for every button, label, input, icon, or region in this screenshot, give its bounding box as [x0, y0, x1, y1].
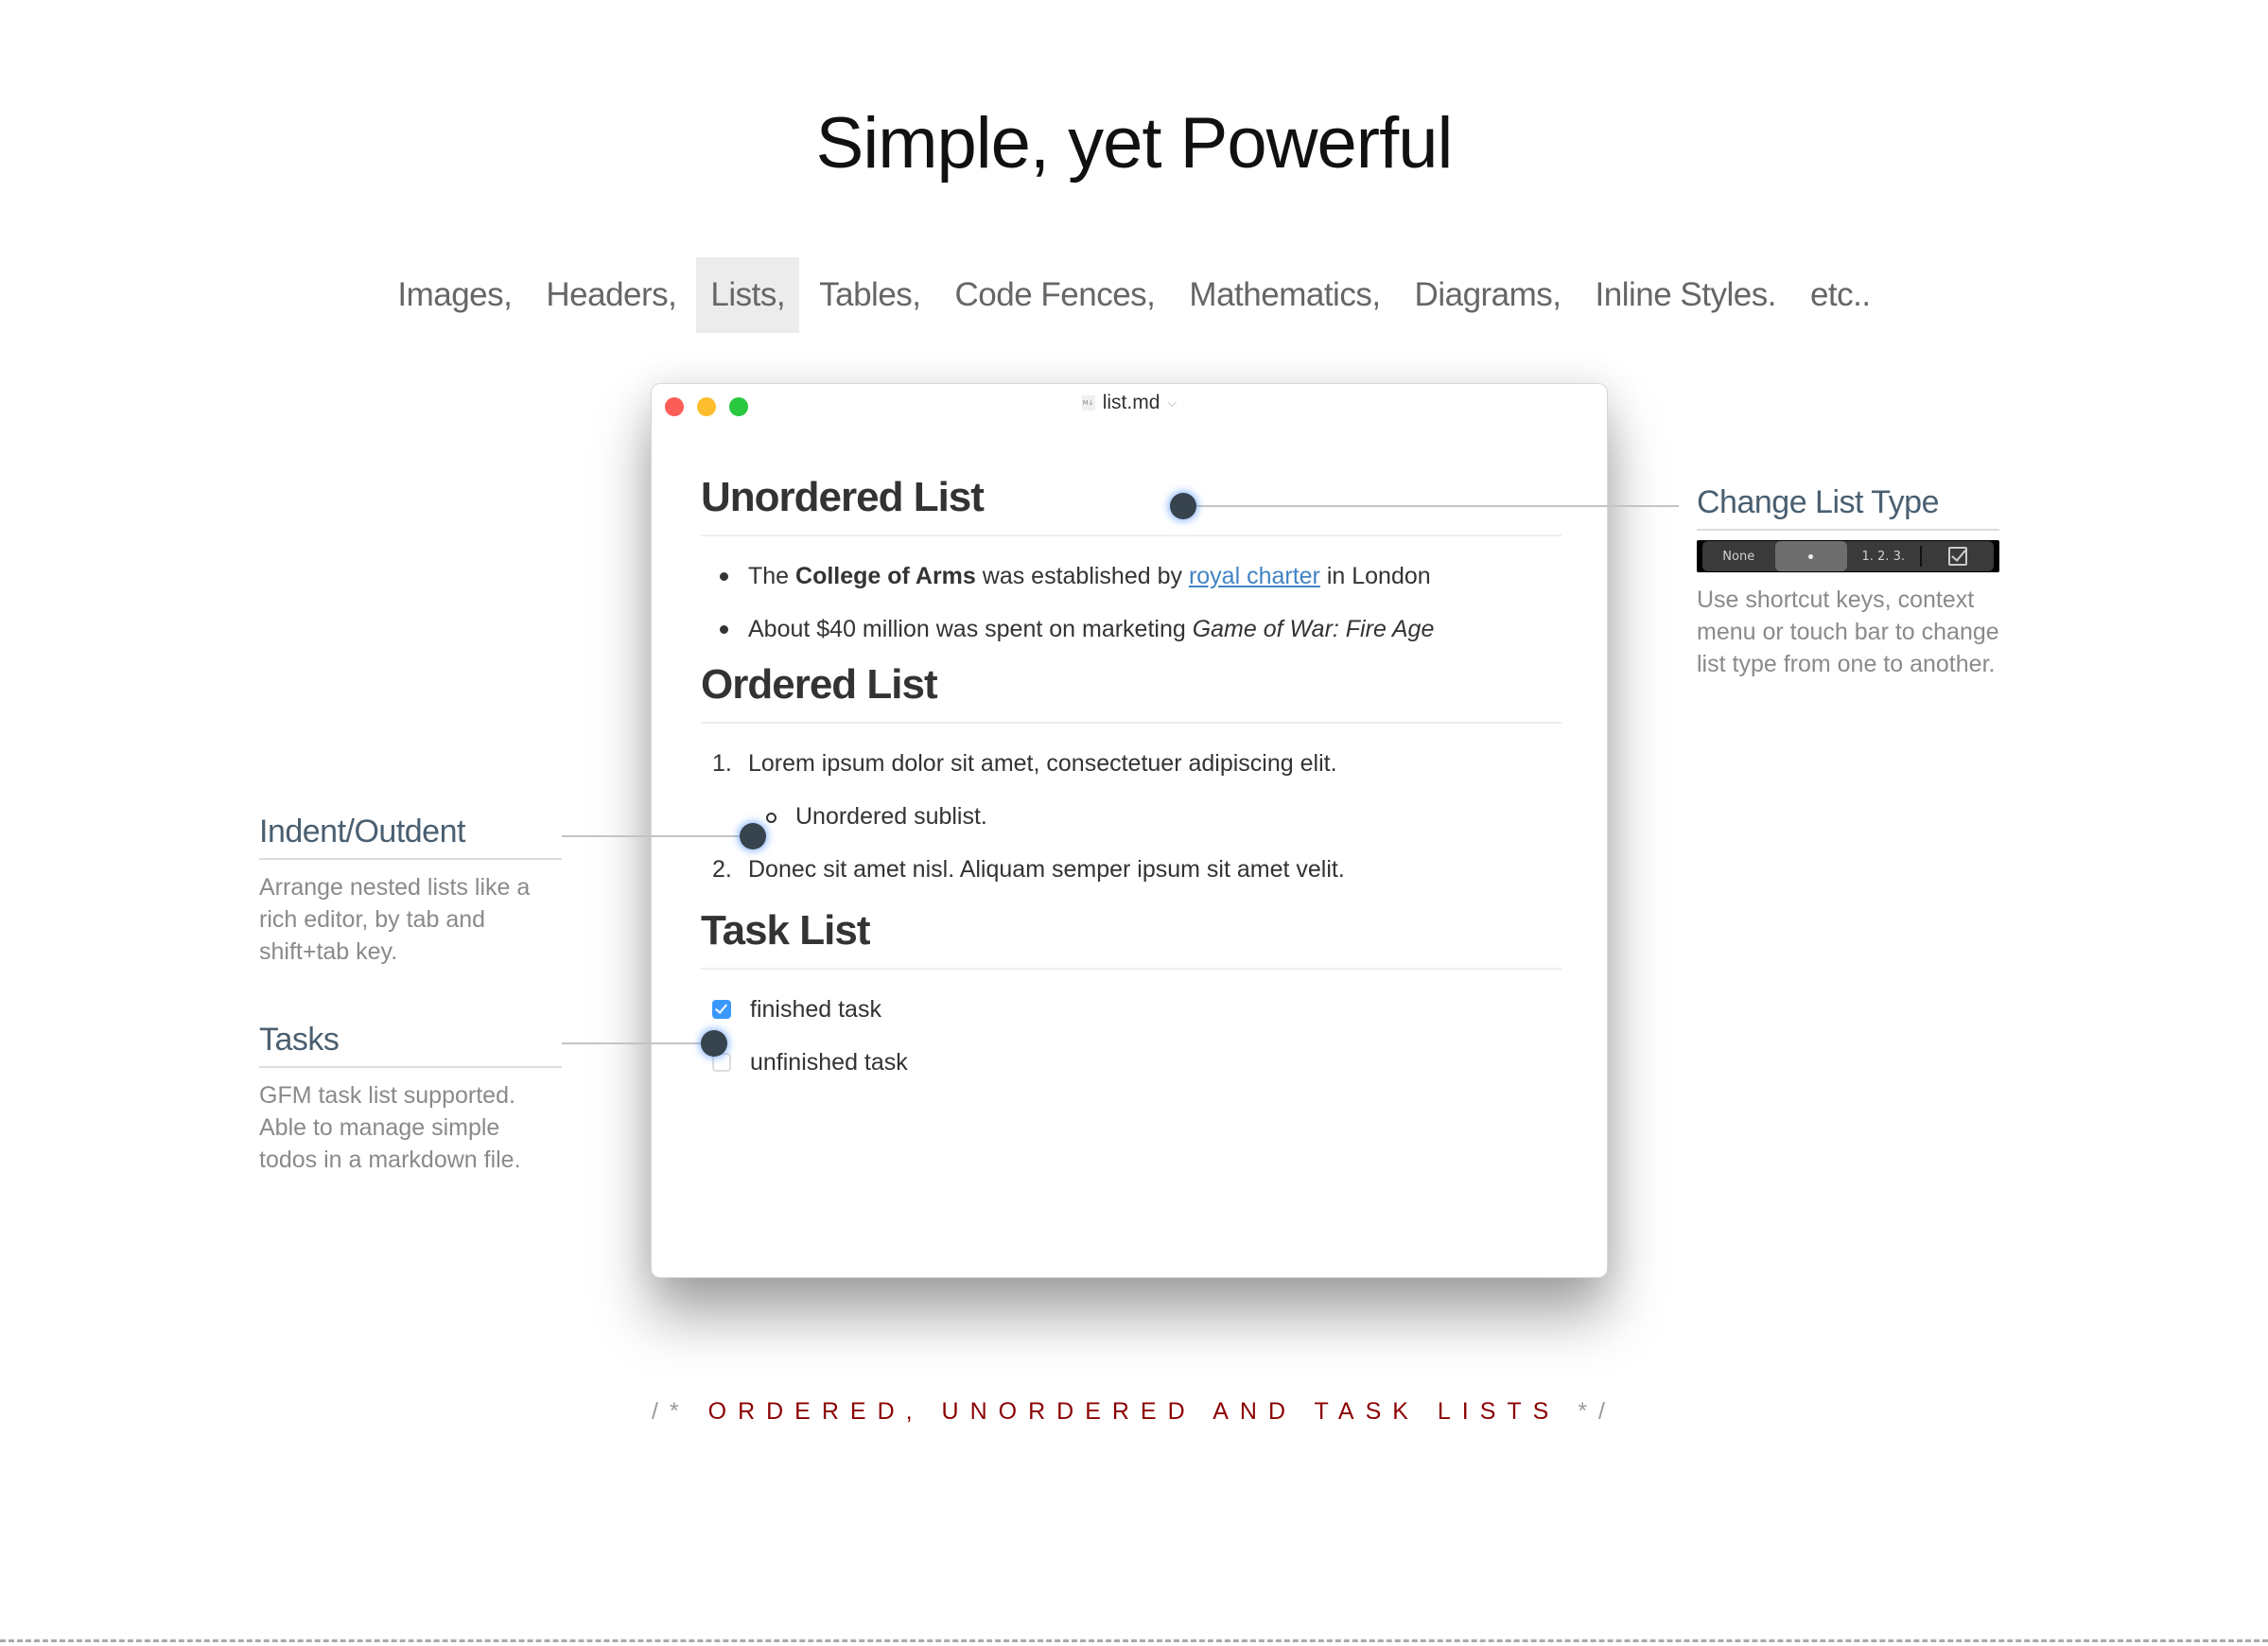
nav-item-diagrams[interactable]: Diagrams, — [1401, 257, 1576, 333]
text: in London — [1319, 563, 1431, 589]
callout-tasks: Tasks GFM task list supported. Able to m… — [259, 1022, 562, 1176]
italic-text: Game of War: Fire Age — [1192, 616, 1435, 642]
list-item[interactable]: 1. Lorem ipsum dolor sit amet, consectet… — [701, 737, 1561, 790]
text: About $40 million was spent on marketing — [748, 616, 1193, 642]
callout-title: Indent/Outdent — [259, 814, 562, 860]
list-item-text: Unordered sublist. — [795, 803, 987, 830]
comment-close: */ — [1578, 1398, 1616, 1425]
nav-item-mathematics[interactable]: Mathematics, — [1175, 257, 1394, 333]
bullet-icon — [1808, 553, 1814, 559]
section-caption: /* ORDERED, UNORDERED AND TASK LISTS */ — [0, 1398, 2268, 1426]
callout-description: GFM task list supported. Able to manage … — [259, 1082, 521, 1173]
editor-window: M↓ list.md ⌵ Unordered List The College … — [651, 383, 1608, 1278]
hotspot-dot — [701, 1030, 727, 1057]
sublist-item[interactable]: Unordered sublist. — [701, 790, 1561, 843]
nav-item-headers[interactable]: Headers, — [532, 257, 690, 333]
heading-task-list: Task List — [701, 907, 1561, 970]
touch-bar: None 1. 2. 3. — [1697, 540, 1999, 572]
bullet-icon — [720, 572, 728, 581]
list-number: 1. — [712, 750, 732, 777]
heading-ordered-list: Ordered List — [701, 661, 1561, 724]
callout-title: Tasks — [259, 1022, 562, 1068]
hotspot-dot — [740, 823, 766, 849]
comment-open: /* — [651, 1398, 690, 1425]
feature-nav: Images, Headers, Lists, Tables, Code Fen… — [0, 257, 2268, 333]
connector-line — [1196, 505, 1679, 507]
list-type-bullet-button[interactable] — [1774, 541, 1847, 571]
section-divider — [0, 1639, 2268, 1642]
callout-indent: Indent/Outdent Arrange nested lists like… — [259, 814, 562, 968]
text: The — [748, 563, 796, 589]
callout-description: Arrange nested lists like a rich editor,… — [259, 874, 531, 965]
list-number: 2. — [712, 856, 732, 883]
text: was established by — [975, 563, 1189, 589]
bullet-icon — [720, 625, 728, 634]
task-item[interactable]: unfinished task — [701, 1036, 1561, 1089]
royal-charter-link[interactable]: royal charter — [1189, 563, 1320, 589]
nav-item-etc[interactable]: etc.. — [1796, 257, 1885, 333]
callout-change-list-type: Change List Type None 1. 2. 3. Use short… — [1697, 484, 1999, 680]
task-text: finished task — [750, 996, 881, 1023]
caption-text: ORDERED, UNORDERED AND TASK LISTS — [707, 1398, 1561, 1425]
connector-line — [562, 835, 751, 837]
callout-description: Use shortcut keys, context menu or touch… — [1697, 587, 1999, 677]
circle-bullet-icon — [766, 813, 776, 823]
list-type-ordered-button[interactable]: 1. 2. 3. — [1847, 541, 1920, 571]
list-item[interactable]: 2. Donec sit amet nisl. Aliquam semper i… — [701, 843, 1561, 896]
task-item[interactable]: finished task — [701, 983, 1561, 1036]
page-title: Simple, yet Powerful — [815, 103, 1454, 184]
hotspot-dot — [1170, 493, 1196, 519]
list-type-none-button[interactable]: None — [1702, 541, 1775, 571]
nav-item-lists[interactable]: Lists, — [696, 257, 800, 333]
document-content[interactable]: Unordered List The College of Arms was e… — [701, 474, 1561, 1089]
callout-title: Change List Type — [1697, 484, 1999, 531]
window-title[interactable]: M↓ list.md ⌵ — [652, 392, 1607, 414]
task-text: unfinished task — [750, 1049, 908, 1076]
connector-line — [562, 1042, 713, 1044]
window-titlebar: M↓ list.md ⌵ — [652, 384, 1607, 422]
nav-item-code-fences[interactable]: Code Fences, — [941, 257, 1170, 333]
list-item-text: Lorem ipsum dolor sit amet, consectetuer… — [748, 750, 1337, 777]
checkbox-icon — [1947, 547, 1967, 566]
chevron-down-icon: ⌵ — [1167, 395, 1178, 410]
bold-text: College of Arms — [795, 563, 976, 589]
window-filename: list.md — [1102, 392, 1160, 413]
task-checkbox-checked[interactable] — [712, 1000, 731, 1019]
list-type-task-button[interactable] — [1922, 541, 1995, 571]
list-item-text: Donec sit amet nisl. Aliquam semper ipsu… — [748, 856, 1345, 883]
nav-item-inline-styles[interactable]: Inline Styles. — [1581, 257, 1790, 333]
list-type-segmented-control: None 1. 2. 3. — [1702, 541, 1994, 571]
nav-item-tables[interactable]: Tables, — [805, 257, 934, 333]
markdown-file-icon: M↓ — [1081, 395, 1095, 411]
list-item[interactable]: About $40 million was spent on marketing… — [701, 603, 1561, 656]
nav-item-images[interactable]: Images, — [383, 257, 526, 333]
list-item[interactable]: The College of Arms was established by r… — [701, 550, 1561, 603]
